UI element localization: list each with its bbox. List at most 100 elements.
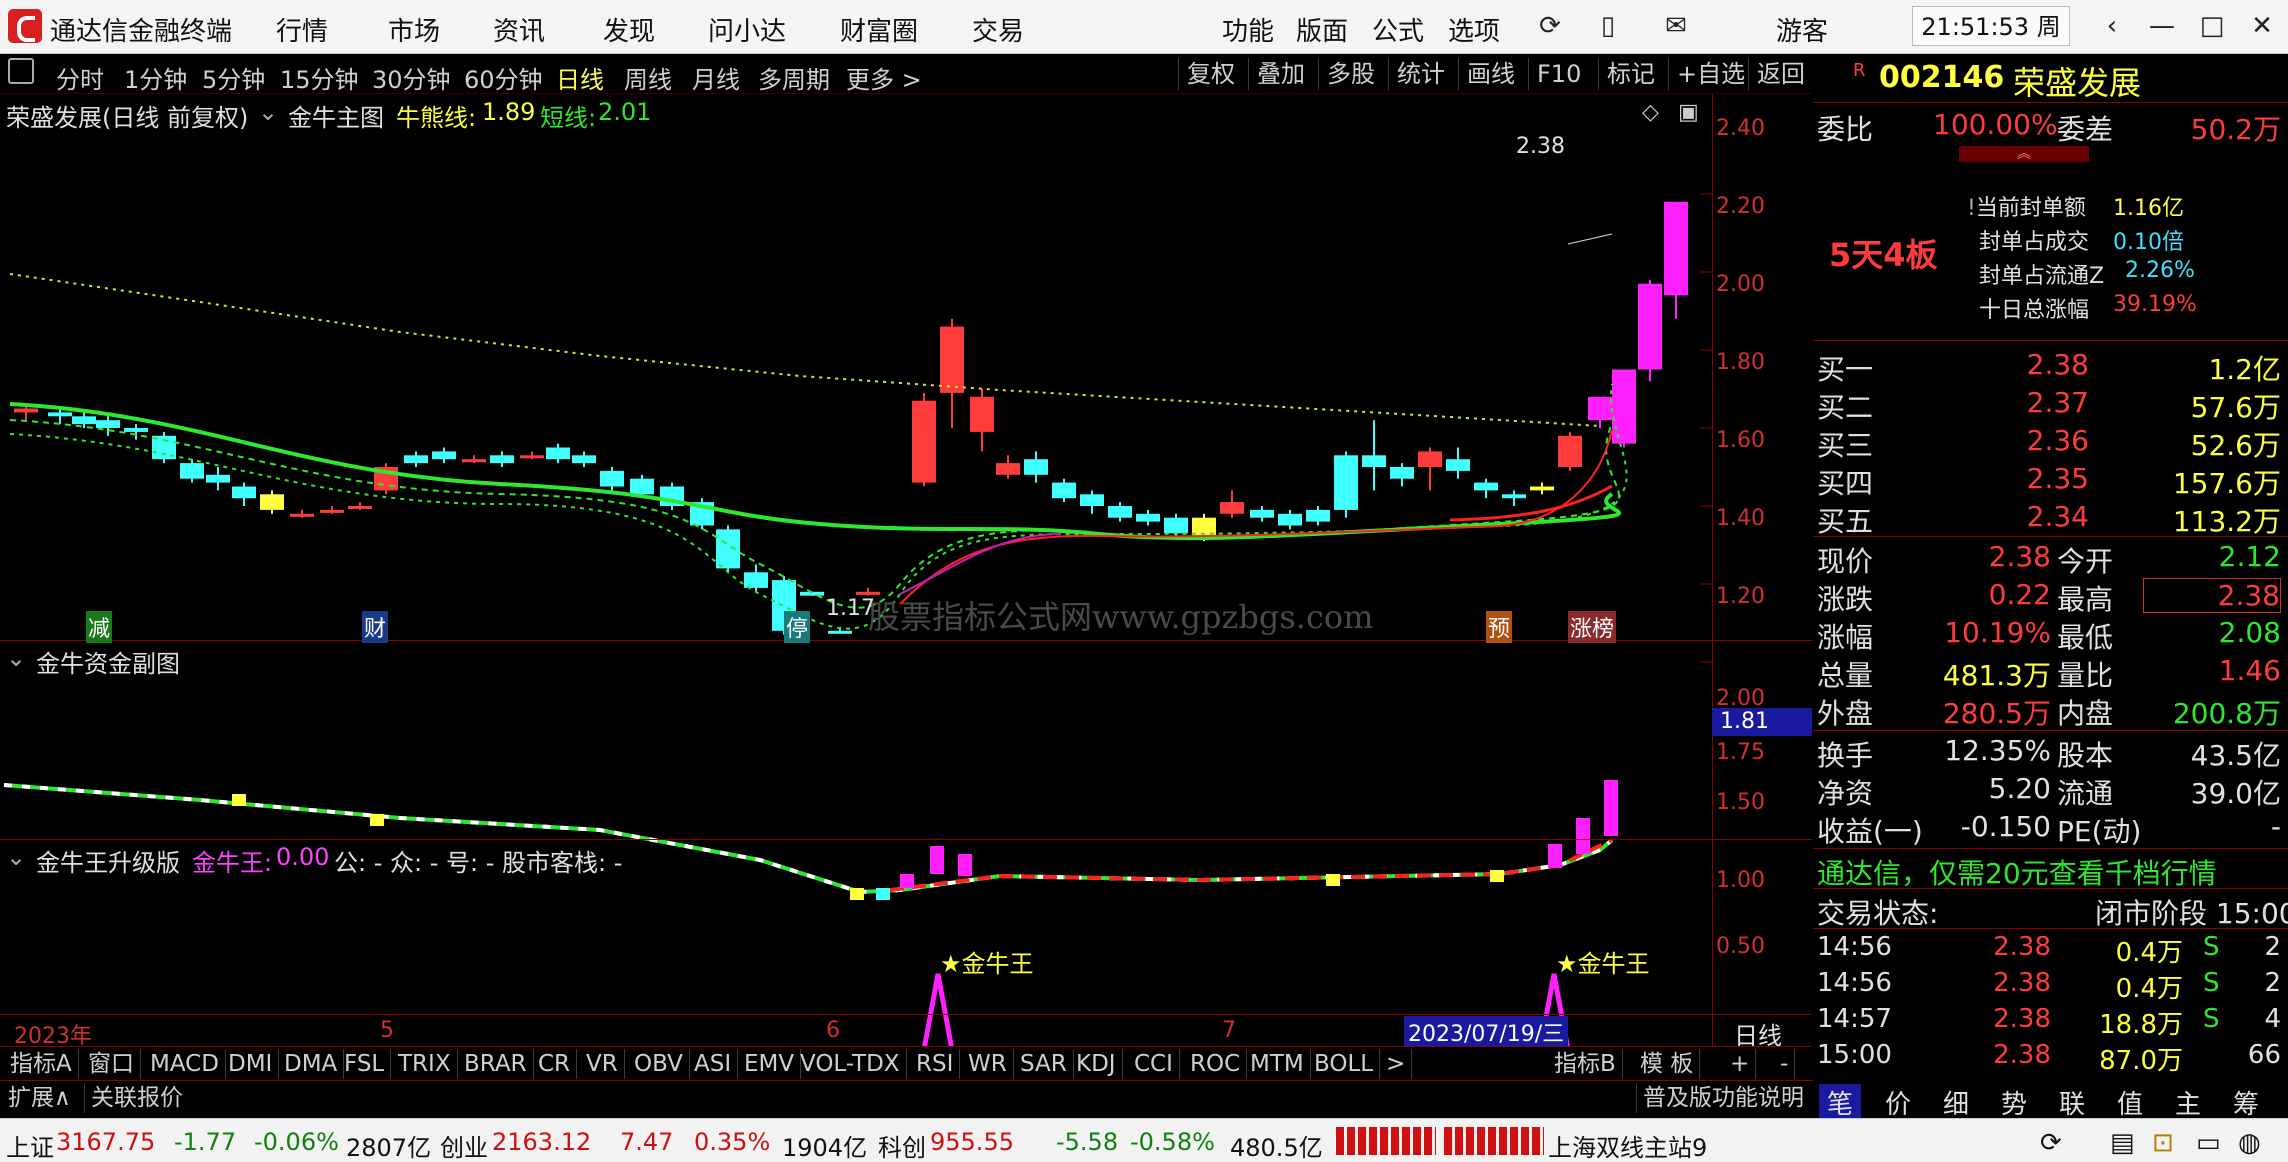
king-chart-title[interactable]: 金牛王升级版 [36,843,180,878]
menu-item-quote[interactable]: 行情 [276,11,328,48]
add-watchlist-button[interactable]: +自选 [1668,58,1753,90]
draw-line-button[interactable]: 画线 [1458,58,1523,90]
indicator-tab-roc[interactable]: ROC [1184,1049,1248,1079]
fund-chart-title[interactable]: 金牛资金副图 [36,644,180,679]
remove-indicator-button[interactable]: - [1774,1049,1796,1079]
period-week[interactable]: 周线 [624,60,672,95]
indicator-tab-emv[interactable]: EMV [738,1049,802,1079]
indicator-b-button[interactable]: 指标B [1548,1049,1623,1079]
bid-price[interactable]: 2.36 [1963,424,2089,457]
main-indicator-name[interactable]: 金牛主图 [288,98,384,133]
restore-right-button[interactable]: 复权 [1178,58,1243,90]
menu-item-function[interactable]: 功能 [1222,11,1274,48]
indicator-tab-wr[interactable]: WR [962,1049,1014,1079]
panel-tab[interactable]: 联 [2059,1084,2085,1121]
menu-item-options[interactable]: 选项 [1448,11,1500,48]
indicator-tab-vol-tdx[interactable]: VOL-TDX [794,1049,907,1079]
indicator-tab--[interactable]: > [1380,1049,1413,1079]
diamond-icon[interactable]: ◇ [1642,100,1659,125]
panel-tab[interactable]: 值 [2117,1084,2143,1121]
period-5min[interactable]: 5分钟 [202,60,265,95]
minimize-icon[interactable]: — [2142,8,2182,44]
add-indicator-button[interactable]: + [1724,1049,1757,1079]
bid-price[interactable]: 2.37 [1963,386,2089,419]
marker-forecast[interactable]: 预 [1486,611,1513,643]
statistics-button[interactable]: 统计 [1388,58,1453,90]
cy-index-label[interactable]: 创业 [440,1128,488,1162]
message-icon[interactable]: ◍ [2238,1128,2261,1158]
indicator-tab-sar[interactable]: SAR [1014,1049,1074,1079]
indicator-dropdown-icon[interactable]: ⌄ [258,98,278,126]
indicator-tab-macd[interactable]: MACD [144,1049,226,1079]
indicator-tab-obv[interactable]: OBV [628,1049,690,1079]
chart-area[interactable] [0,94,1812,1046]
sync-icon[interactable]: ⟳ [2040,1128,2062,1158]
menu-item-formula[interactable]: 公式 [1372,11,1424,48]
indicator-tab-cr[interactable]: CR [532,1049,578,1079]
indicator-tab-kdj[interactable]: KDJ [1070,1049,1123,1079]
indicator-tab-cci[interactable]: CCI [1128,1049,1180,1079]
menu-item-layout[interactable]: 版面 [1296,11,1348,48]
king-dropdown-icon[interactable]: ⌄ [6,843,26,871]
period-30min[interactable]: 30分钟 [372,60,451,95]
indicator-tab-asi[interactable]: ASI [688,1049,739,1079]
marker-reduce[interactable]: 减 [86,611,113,643]
indicator-tab--[interactable]: 窗口 [82,1049,141,1079]
fund-dropdown-icon[interactable]: ⌄ [6,644,26,672]
period-multi[interactable]: 多周期 [758,60,830,95]
period-15min[interactable]: 15分钟 [280,60,359,95]
expand-button[interactable]: 扩展∧ [2,1083,77,1113]
period-day[interactable]: 日线 [556,60,604,95]
bid-price[interactable]: 2.34 [1963,500,2089,533]
back-icon[interactable]: ‹ [2092,8,2132,44]
panel-tab[interactable]: 主 [2175,1084,2201,1121]
lock-icon[interactable]: ⊡ [2152,1128,2174,1158]
indicator-tab-fsl[interactable]: FSL [338,1049,392,1079]
panel-tab[interactable]: 细 [1943,1084,1969,1121]
phone-icon[interactable]: ▯ [1588,8,1628,44]
market-breadth-bar[interactable] [1336,1127,1436,1155]
sh-index-label[interactable]: 上证 [6,1128,54,1162]
indicator-tab-brar[interactable]: BRAR [458,1049,534,1079]
chart-canvas[interactable] [0,94,1812,1046]
indicator-tab-mtm[interactable]: MTM [1244,1049,1311,1079]
refresh-icon[interactable]: ⟳ [1530,8,1570,44]
menu-item-trade[interactable]: 交易 [972,11,1024,48]
panel-tab[interactable]: 势 [2001,1084,2027,1121]
marker-top-list[interactable]: 涨榜 [1568,611,1617,643]
menu-item-discover[interactable]: 发现 [603,11,655,48]
ad-banner[interactable]: 通达信，仅需20元查看千档行情 [1817,852,2217,892]
indicator-tab--a[interactable]: 指标A [4,1049,79,1079]
indicator-tab-boll[interactable]: BOLL [1308,1049,1381,1079]
period-month[interactable]: 月线 [692,60,740,95]
f10-button[interactable]: F10 [1528,58,1589,90]
bid-price[interactable]: 2.38 [1963,348,2089,381]
panel-tab[interactable]: 笔 [1819,1084,1862,1121]
menu-item-news[interactable]: 资讯 [493,11,545,48]
indicator-tab-rsi[interactable]: RSI [910,1049,961,1079]
indicator-tab-trix[interactable]: TRIX [392,1049,458,1079]
menu-item-wealth[interactable]: 财富圈 [840,11,918,48]
period-more[interactable]: 更多 > [846,60,922,95]
help-button[interactable]: 普及版功能说明 [1636,1083,1810,1113]
window-icon[interactable]: ▭ [2196,1128,2221,1158]
return-button[interactable]: 返回 [1748,58,1813,90]
user-label[interactable]: 游客 [1776,11,1828,48]
panel-tab[interactable]: 价 [1885,1084,1911,1121]
market-breadth-bar[interactable] [1444,1127,1544,1155]
marker-finance[interactable]: 财 [362,611,389,643]
period-tick[interactable]: 分时 [56,60,104,95]
template-button[interactable]: 模 板 [1634,1049,1701,1079]
multi-stock-button[interactable]: 多股 [1318,58,1383,90]
panel-toggle-icon[interactable]: ▣ [1678,100,1699,125]
menu-item-market[interactable]: 市场 [388,11,440,48]
panel-tab[interactable]: 筹 [2233,1084,2259,1121]
indicator-tab-vr[interactable]: VR [580,1049,625,1079]
mark-button[interactable]: 标记 [1598,58,1663,90]
period-1min[interactable]: 1分钟 [124,60,187,95]
sidebar-toggle-icon[interactable] [8,58,34,84]
indicator-tab-dma[interactable]: DMA [278,1049,345,1079]
kc-index-label[interactable]: 科创 [878,1128,926,1162]
bid-price[interactable]: 2.35 [1963,462,2089,495]
maximize-icon[interactable]: □ [2192,8,2232,44]
